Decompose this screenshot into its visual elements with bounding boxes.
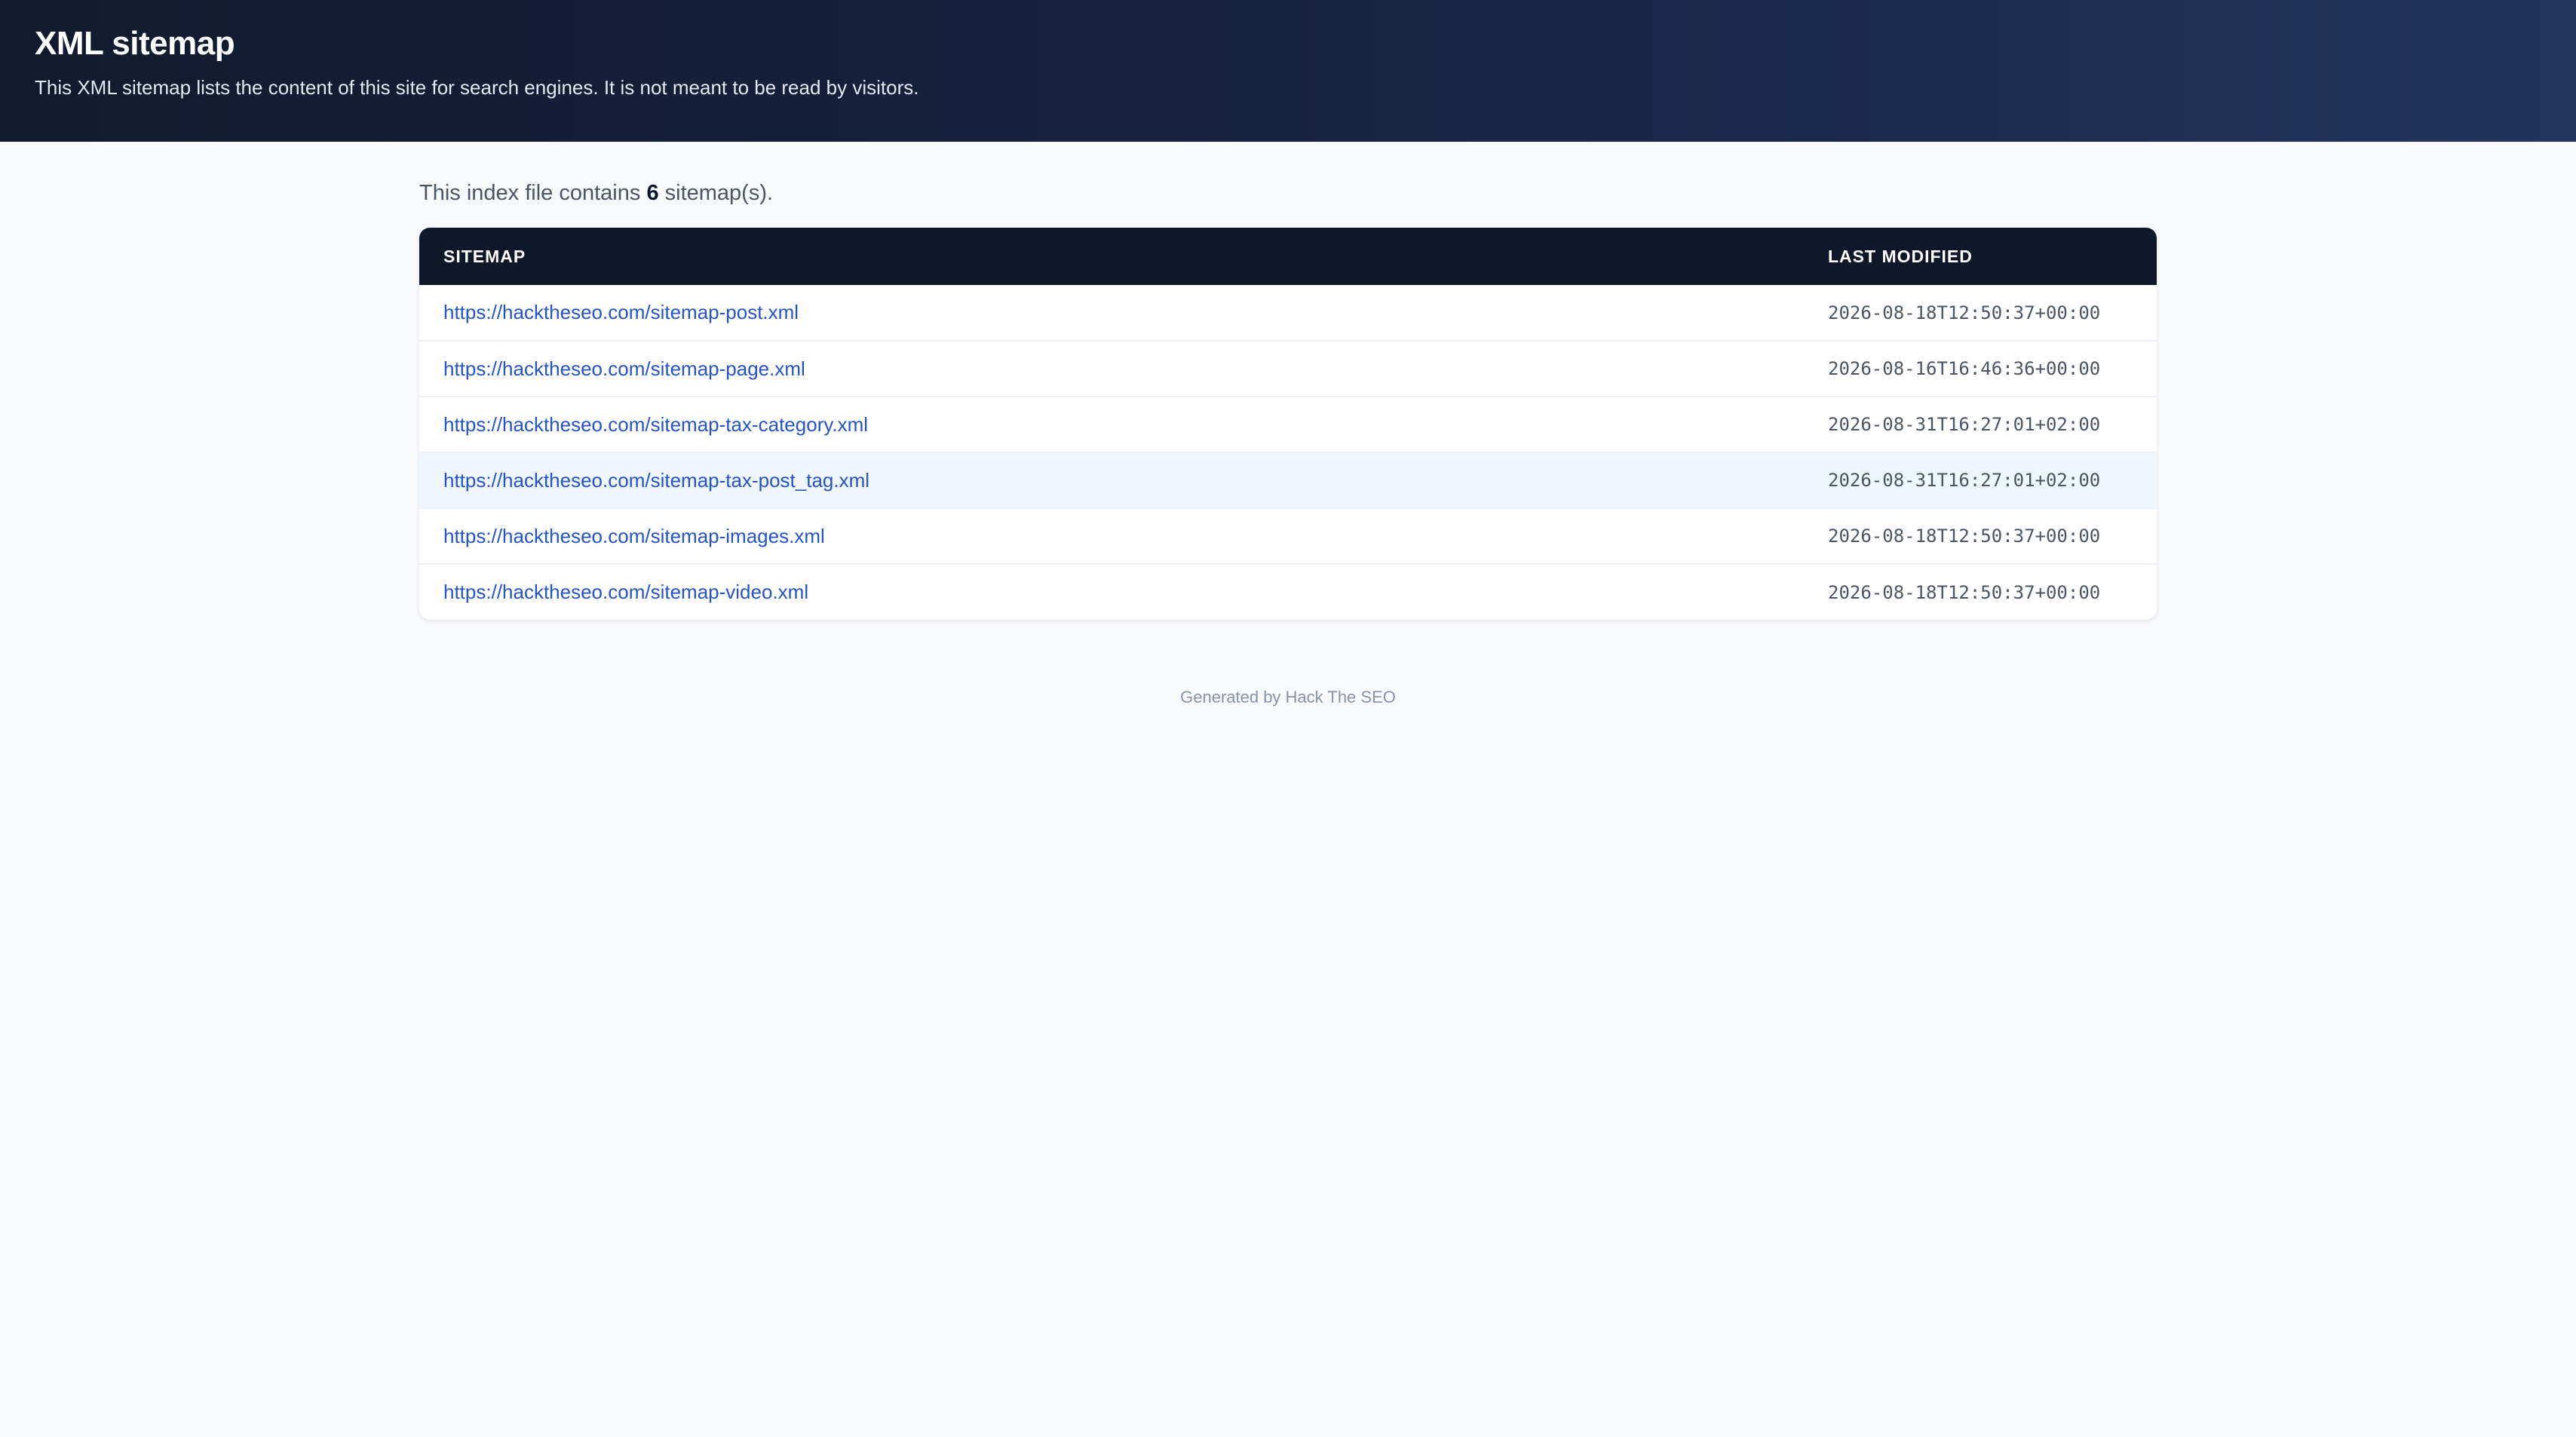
table-row: https://hacktheseo.com/sitemap-post.xml … <box>419 285 2157 341</box>
table-row: https://hacktheseo.com/sitemap-video.xml… <box>419 564 2157 620</box>
last-modified-cell: 2026-08-18T12:50:37+00:00 <box>1828 302 2101 323</box>
main-content: This index file contains 6 sitemap(s). S… <box>419 142 2157 707</box>
last-modified-cell: 2026-08-18T12:50:37+00:00 <box>1828 581 2101 603</box>
sitemap-cell: https://hacktheseo.com/sitemap-tax-post_… <box>419 452 1804 508</box>
page-header: XML sitemap This XML sitemap lists the c… <box>0 0 2576 142</box>
last-modified-cell: 2026-08-31T16:27:01+02:00 <box>1828 470 2101 491</box>
last-modified-cell: 2026-08-16T16:46:36+00:00 <box>1828 358 2101 379</box>
sitemap-link[interactable]: https://hacktheseo.com/sitemap-page.xml <box>443 357 805 380</box>
last-modified-cell: 2026-08-18T12:50:37+00:00 <box>1828 525 2101 547</box>
column-header-sitemap: SITEMAP <box>443 246 526 266</box>
summary-prefix: This index file contains <box>419 181 647 205</box>
column-header-last-modified: LAST MODIFIED <box>1828 246 1973 266</box>
sitemap-count: 6 <box>646 181 659 205</box>
table-header-row: SITEMAP LAST MODIFIED <box>419 228 2157 285</box>
sitemap-link[interactable]: https://hacktheseo.com/sitemap-post.xml <box>443 301 799 323</box>
sitemap-cell: https://hacktheseo.com/sitemap-video.xml <box>419 564 1804 620</box>
last-modified-cell: 2026-08-31T16:27:01+02:00 <box>1828 414 2101 435</box>
page-footer: Generated by Hack The SEO <box>1180 688 1396 706</box>
sitemap-cell: https://hacktheseo.com/sitemap-page.xml <box>419 341 1804 397</box>
table-row: https://hacktheseo.com/sitemap-page.xml … <box>419 341 2157 397</box>
sitemap-table-container: SITEMAP LAST MODIFIED https://hacktheseo… <box>419 228 2157 620</box>
sitemap-link[interactable]: https://hacktheseo.com/sitemap-tax-categ… <box>443 413 868 436</box>
table-row-highlighted: https://hacktheseo.com/sitemap-tax-post_… <box>419 452 2157 508</box>
summary-suffix: sitemap(s). <box>658 181 774 205</box>
sitemap-cell: https://hacktheseo.com/sitemap-images.xm… <box>419 508 1804 564</box>
page-title: XML sitemap <box>35 25 235 62</box>
sitemap-table: SITEMAP LAST MODIFIED https://hacktheseo… <box>419 228 2157 620</box>
page-description: This XML sitemap lists the content of th… <box>35 76 919 99</box>
sitemap-count-summary: This index file contains 6 sitemap(s). <box>419 178 2157 208</box>
sitemap-cell: https://hacktheseo.com/sitemap-tax-categ… <box>419 397 1804 452</box>
sitemap-link[interactable]: https://hacktheseo.com/sitemap-images.xm… <box>443 525 825 547</box>
sitemap-cell: https://hacktheseo.com/sitemap-post.xml <box>419 285 1804 341</box>
table-row: https://hacktheseo.com/sitemap-images.xm… <box>419 508 2157 564</box>
table-row: https://hacktheseo.com/sitemap-tax-categ… <box>419 397 2157 452</box>
sitemap-link[interactable]: https://hacktheseo.com/sitemap-tax-post_… <box>443 469 869 492</box>
sitemap-link[interactable]: https://hacktheseo.com/sitemap-video.xml <box>443 581 808 603</box>
